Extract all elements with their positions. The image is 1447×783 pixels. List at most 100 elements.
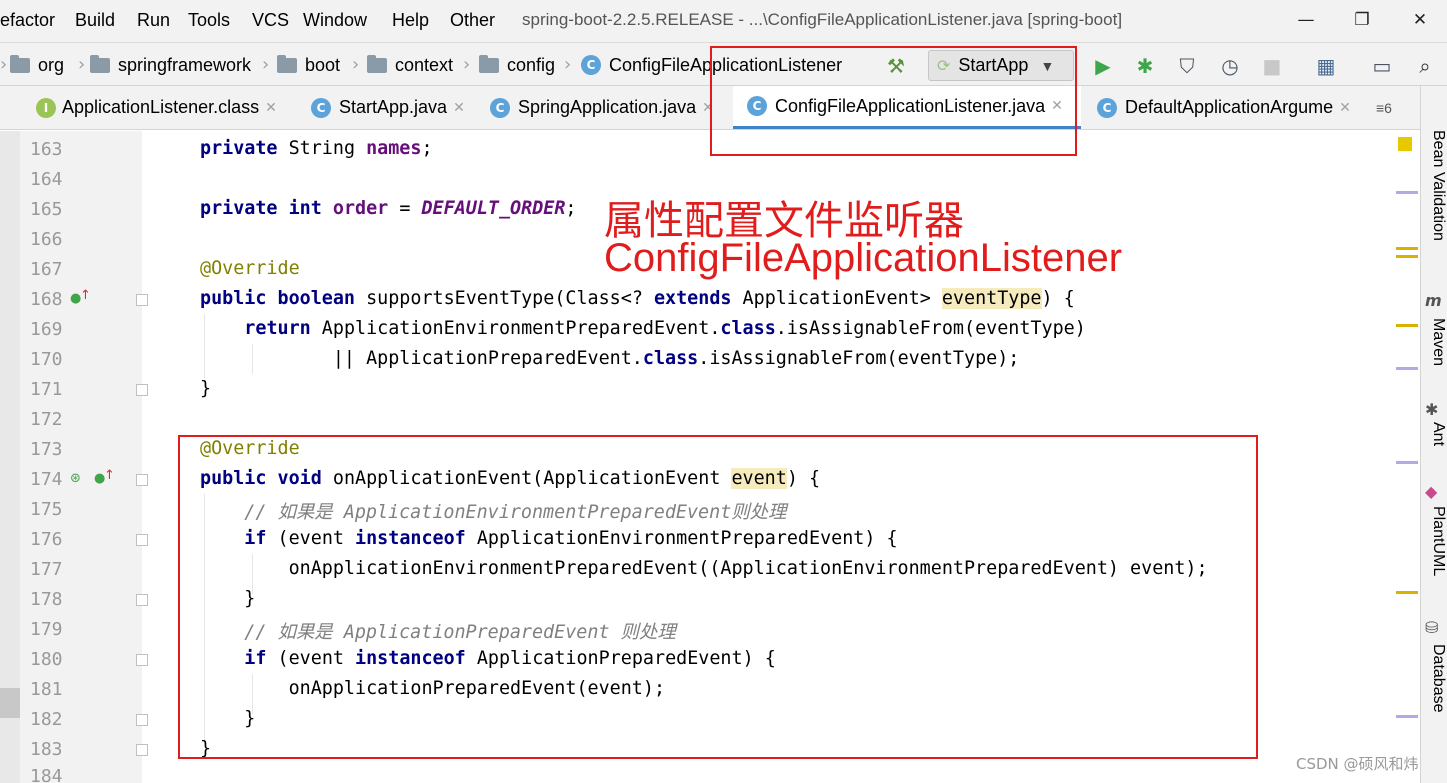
breadcrumb-context[interactable]: context <box>367 53 453 77</box>
line-number: 174 <box>30 469 63 490</box>
tool-tab-ant[interactable]: Ant <box>1423 422 1447 446</box>
stripe-marker[interactable] <box>1396 255 1418 258</box>
stripe-marker[interactable] <box>1396 247 1418 250</box>
folder-icon <box>277 54 297 73</box>
class-icon: C <box>490 97 510 118</box>
tab-startapp-java[interactable]: C StartApp.java ✕ <box>311 86 471 129</box>
tool-tab-bean-validation[interactable]: Bean Validation <box>1423 130 1447 241</box>
minimize-button[interactable]: — <box>1286 6 1326 34</box>
line-number: 171 <box>30 379 63 400</box>
right-tool-panel: Bean Validation m Maven ✱ Ant ◆ PlantUML… <box>1420 86 1447 783</box>
ant-icon: ✱ <box>1425 400 1439 419</box>
line-number: 184 <box>30 766 63 783</box>
class-icon: C <box>311 97 331 118</box>
fold-marker[interactable] <box>136 534 148 546</box>
breadcrumb-boot[interactable]: boot <box>277 53 340 77</box>
fold-marker[interactable] <box>136 294 148 306</box>
breadcrumb-config[interactable]: config <box>479 53 555 77</box>
menu-help[interactable]: Help <box>392 10 429 31</box>
fold-marker[interactable] <box>136 714 148 726</box>
code-line-163: private String names; <box>200 138 433 159</box>
breadcrumb-org[interactable]: org <box>10 53 64 77</box>
folder-icon <box>479 54 499 73</box>
tab-applicationlistener-class[interactable]: I ApplicationListener.class ✕ <box>36 86 290 129</box>
fold-marker[interactable] <box>136 654 148 666</box>
class-icon: C <box>581 55 601 75</box>
line-number: 170 <box>30 349 63 370</box>
code-line-171: } <box>200 378 212 399</box>
menu-vcs[interactable]: VCS <box>252 10 289 31</box>
close-icon[interactable]: ✕ <box>453 100 465 116</box>
arrow-up-icon[interactable]: ↑ <box>104 468 115 483</box>
fold-marker[interactable] <box>136 594 148 606</box>
fold-marker[interactable] <box>136 384 148 396</box>
project-structure-icon[interactable]: ▦ <box>1312 52 1340 80</box>
stop-icon[interactable]: ■ <box>1258 52 1286 80</box>
menu-build[interactable]: Build <box>75 10 115 31</box>
search-icon[interactable]: ⌕ <box>1411 52 1439 80</box>
menu-refactor[interactable]: efactor <box>0 10 55 31</box>
close-icon[interactable]: ✕ <box>1339 100 1351 116</box>
menu-run[interactable]: Run <box>137 10 170 31</box>
arrow-up-icon[interactable]: ↑ <box>80 288 91 303</box>
line-number: 176 <box>30 529 63 550</box>
stripe-marker[interactable] <box>1396 191 1418 194</box>
line-number: 180 <box>30 649 63 670</box>
chevron-right-icon: › <box>463 54 471 75</box>
frame-icon[interactable]: ▭ <box>1368 52 1396 80</box>
tab-overflow-button[interactable]: ≡6 <box>1376 86 1416 129</box>
chevron-right-icon: › <box>262 54 270 75</box>
folder-icon <box>10 54 30 73</box>
line-number: 179 <box>30 619 63 640</box>
stripe-marker[interactable] <box>1396 715 1418 718</box>
chevron-right-icon: › <box>564 54 572 75</box>
stripe-marker[interactable] <box>1396 461 1418 464</box>
line-number: 168 <box>30 289 63 310</box>
line-number: 178 <box>30 589 63 610</box>
stripe-marker[interactable] <box>1396 591 1418 594</box>
menu-other[interactable]: Other <box>450 10 495 31</box>
menu-window[interactable]: Window <box>303 10 367 31</box>
code-line-167: @Override <box>200 258 300 279</box>
tool-tab-maven[interactable]: Maven <box>1423 318 1447 366</box>
tab-springapplication-java[interactable]: C SpringApplication.java ✕ <box>490 86 724 129</box>
tool-tab-database[interactable]: Database <box>1423 644 1447 713</box>
line-number: 165 <box>30 199 63 220</box>
breakpoint-toggle-icon[interactable]: ⊛ <box>70 471 81 486</box>
menu-bar: efactor Build Run Tools VCS Window Help … <box>0 0 1447 42</box>
database-icon: ⛁ <box>1425 618 1439 637</box>
line-number: 175 <box>30 499 63 520</box>
inspection-indicator[interactable] <box>1398 137 1412 151</box>
highlight-box-method <box>178 435 1258 759</box>
close-window-button[interactable]: ✕ <box>1400 6 1440 34</box>
fold-marker[interactable] <box>136 744 148 756</box>
line-number: 173 <box>30 439 63 460</box>
class-icon: C <box>1097 97 1117 118</box>
line-number: 163 <box>30 139 63 160</box>
coverage-icon[interactable]: ⛉ <box>1173 52 1201 80</box>
window-title: spring-boot-2.2.5.RELEASE - ...\ConfigFi… <box>522 10 1123 29</box>
stripe-marker[interactable] <box>1396 324 1418 327</box>
tool-tab-plantuml[interactable]: PlantUML <box>1423 506 1447 576</box>
debug-icon[interactable]: ✱ <box>1131 52 1159 80</box>
line-number: 169 <box>30 319 63 340</box>
tab-defaultapplicationarguments-java[interactable]: C DefaultApplicationArgume ✕ <box>1097 86 1363 129</box>
maven-icon: m <box>1425 291 1442 310</box>
watermark: CSDN @硕风和炜 <box>1296 755 1419 773</box>
scroll-marker <box>0 688 20 718</box>
run-icon[interactable]: ▶ <box>1089 52 1117 80</box>
code-line-169: return ApplicationEnvironmentPreparedEve… <box>244 318 1086 339</box>
close-icon[interactable]: ✕ <box>265 100 277 116</box>
code-line-170: || ApplicationPreparedEvent.class.isAssi… <box>200 348 1020 369</box>
maximize-button[interactable]: ❐ <box>1342 6 1382 34</box>
breadcrumb-springframework[interactable]: springframework <box>90 53 251 77</box>
error-stripe[interactable] <box>1392 131 1420 783</box>
stripe-marker[interactable] <box>1396 367 1418 370</box>
fold-marker[interactable] <box>136 474 148 486</box>
plantuml-icon: ◆ <box>1425 482 1438 501</box>
menu-tools[interactable]: Tools <box>188 10 230 31</box>
chevron-right-icon: › <box>0 54 8 75</box>
profile-icon[interactable]: ◷ <box>1216 52 1244 80</box>
code-line-165: private int order = DEFAULT_ORDER; <box>200 198 577 219</box>
highlight-box-run-config <box>710 46 1077 156</box>
